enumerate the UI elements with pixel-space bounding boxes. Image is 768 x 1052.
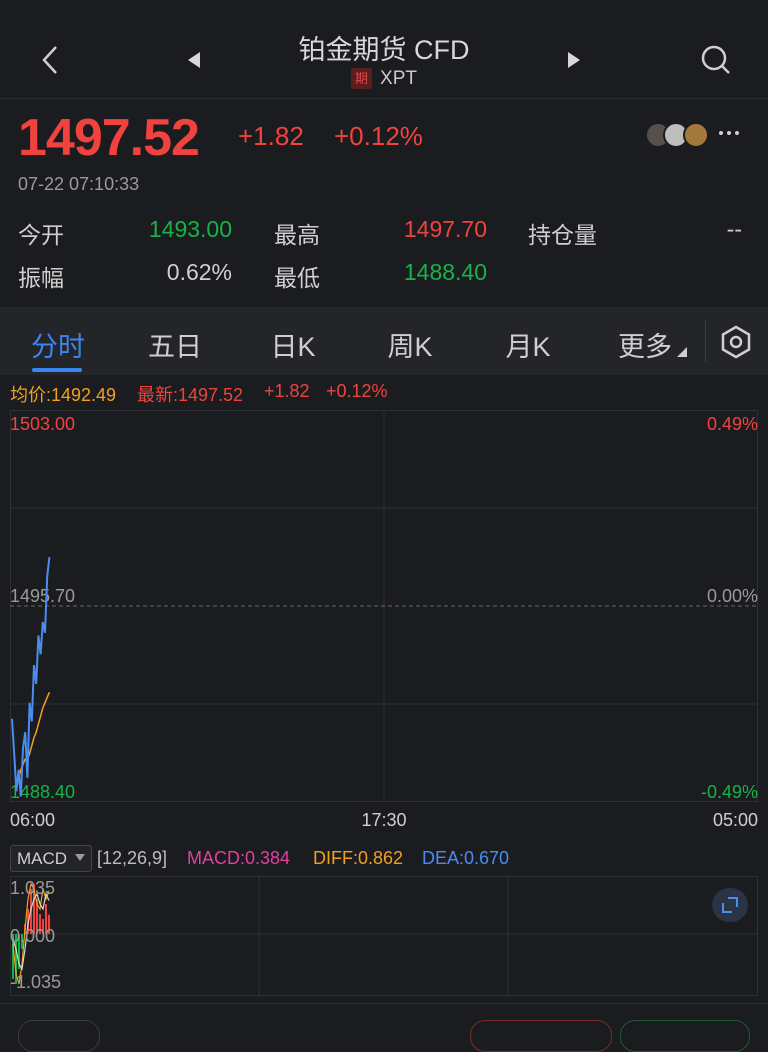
open-value: 1493.00 [148, 216, 232, 242]
more-options-icon[interactable] [718, 128, 740, 138]
intraday-chart[interactable]: 1503.00 1495.70 1488.40 0.49% 0.00% -0.4… [10, 410, 758, 802]
low-label: 最低 [274, 265, 320, 291]
pct-axis-bottom-label: -0.49% [701, 782, 758, 802]
sell-button[interactable] [620, 1020, 750, 1052]
expand-button[interactable] [712, 888, 748, 922]
futures-badge: 期 [351, 68, 373, 90]
x-axis-mid-label: 17:30 [361, 810, 407, 830]
chevron-down-icon [75, 854, 85, 861]
x-axis-end-label: 05:00 [712, 810, 758, 830]
active-tab-indicator [32, 368, 82, 372]
macd-axis-bottom-label: -1.035 [10, 972, 61, 992]
tab-divider [705, 320, 706, 362]
tab-daily-k[interactable]: 日K [243, 325, 343, 364]
dea-value: DEA:0.670 [422, 848, 510, 868]
buy-button[interactable] [470, 1020, 612, 1052]
amplitude-label: 振幅 [18, 265, 64, 291]
macd-value: MACD:0.384 [187, 848, 291, 868]
chart-settings-icon[interactable] [720, 325, 752, 359]
search-icon[interactable] [700, 43, 732, 77]
expand-icon [722, 897, 738, 913]
macd-chart[interactable]: 1.035 0.000 -1.035 [10, 876, 758, 996]
indicator-select-value: MACD [17, 849, 68, 868]
low-value: 1488.40 [403, 259, 487, 285]
tab-intraday[interactable]: 分时 [8, 325, 108, 364]
macd-axis-mid-label: 0.000 [10, 926, 55, 946]
y-axis-top-label: 1503.00 [10, 414, 75, 434]
latest-price: 最新:1497.52 [137, 385, 244, 405]
info-change: +1.82 [264, 381, 310, 401]
macd-axis-top-label: 1.035 [10, 878, 55, 898]
price-change: +1.82 [238, 121, 304, 151]
tab-more[interactable]: 更多 [595, 325, 695, 364]
symbol-code: XPT [380, 68, 417, 89]
open-interest-label: 持仓量 [528, 222, 597, 248]
price-change-pct: +0.12% [334, 121, 423, 151]
indicator-select[interactable]: MACD [10, 845, 92, 872]
y-axis-mid-label: 1495.70 [10, 586, 75, 606]
bottom-left-button[interactable] [18, 1020, 100, 1052]
dropdown-corner-icon [677, 347, 687, 357]
quote-timestamp: 07-22 07:10:33 [18, 174, 140, 194]
pct-axis-mid-label: 0.00% [707, 586, 758, 606]
tab-five-day[interactable]: 五日 [125, 325, 225, 364]
macd-params: [12,26,9] [97, 848, 168, 868]
page-title: 铂金期货 CFD [298, 35, 470, 65]
tab-monthly-k[interactable]: 月K [478, 325, 578, 364]
amplitude-value: 0.62% [166, 259, 232, 285]
high-label: 最高 [274, 222, 320, 248]
pct-axis-top-label: 0.49% [707, 414, 758, 434]
symbol-line: 期 XPT [0, 68, 768, 90]
next-instrument-icon[interactable] [564, 50, 582, 70]
diff-value: DIFF:0.862 [313, 848, 404, 868]
open-label: 今开 [18, 222, 64, 248]
high-value: 1497.70 [403, 216, 487, 242]
participants-avatars-icon[interactable] [644, 121, 712, 149]
average-price: 均价:1492.49 [10, 385, 117, 405]
tab-weekly-k[interactable]: 周K [360, 325, 460, 364]
x-axis-start-label: 06:00 [10, 810, 56, 830]
info-change-pct: +0.12% [326, 381, 388, 401]
open-interest-value: -- [726, 216, 742, 242]
last-price: 1497.52 [18, 109, 200, 167]
